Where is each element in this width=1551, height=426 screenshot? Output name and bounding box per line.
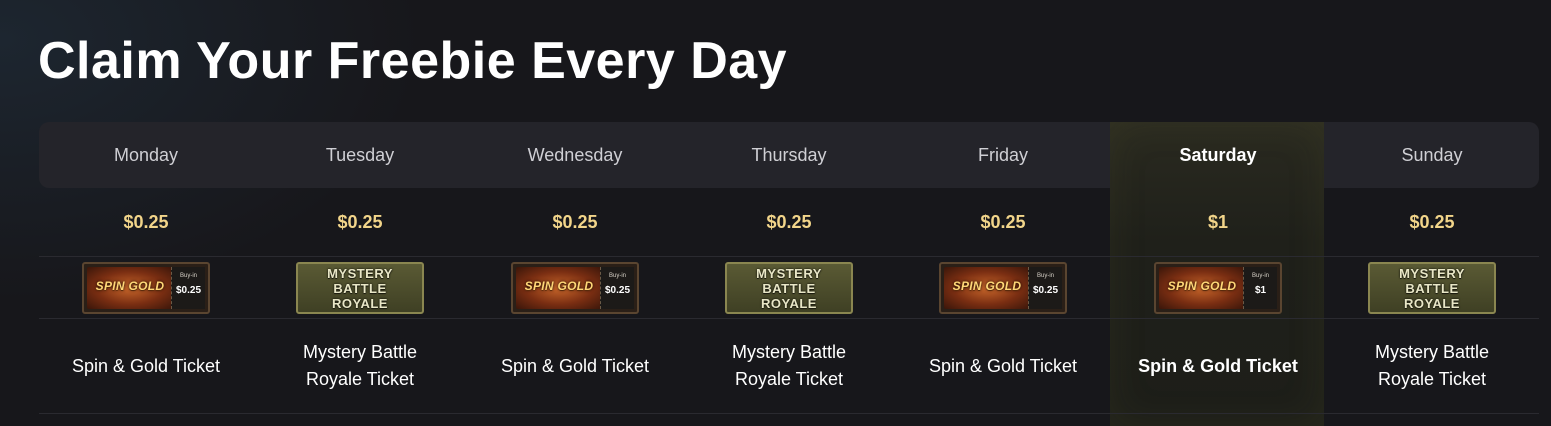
- ticket-stub: Buy-in $0.25: [171, 267, 205, 309]
- freebie-value: $0.25: [766, 212, 812, 232]
- ticket-name-text: Mystery Battle Royale Ticket: [302, 342, 418, 389]
- spin-gold-logo: SPIN GOLD: [95, 279, 165, 293]
- spin-gold-logo: SPIN GOLD: [952, 279, 1022, 293]
- ticket-image-cell: SPIN GOLD Buy-in $0.25: [468, 258, 682, 318]
- ticket-name-text: Mystery Battle Royale Ticket: [1374, 342, 1490, 389]
- buy-in-value: $0.25: [1032, 285, 1059, 296]
- freebie-value: $0.25: [123, 212, 169, 232]
- day-name: Monday: [113, 145, 179, 165]
- buy-in-value: $1: [1254, 285, 1267, 296]
- spin-and-gold-ticket-image: SPIN GOLD Buy-in $0.25: [511, 262, 639, 314]
- day-column-sunday[interactable]: Sunday $0.25 MYSTERY BATTLE ROYALE Mystery Ba…: [1325, 122, 1539, 426]
- spin-gold-artwork: SPIN GOLD: [1159, 267, 1245, 309]
- ticket-image-cell: SPIN GOLD Buy-in $1: [1111, 258, 1325, 318]
- spin-and-gold-ticket-image: SPIN GOLD Buy-in $0.25: [82, 262, 210, 314]
- ticket-name: Spin & Gold Ticket: [896, 318, 1110, 414]
- day-name: Sunday: [1401, 145, 1463, 165]
- ticket-name-text: Spin & Gold Ticket: [1138, 355, 1298, 376]
- ticket-name: Spin & Gold Ticket: [468, 318, 682, 414]
- ticket-stub: Buy-in $1: [1243, 267, 1277, 309]
- mbr-logo-line: BATTLE: [333, 281, 387, 296]
- mbr-logo-line: ROYALE: [332, 296, 388, 311]
- ticket-image-cell: MYSTERY BATTLE ROYALE: [1325, 258, 1539, 318]
- day-column-friday[interactable]: Friday $0.25 SPIN GOLD Buy-in $0.25 Spin & Go…: [896, 122, 1110, 426]
- day-column-monday[interactable]: Monday $0.25 SPIN GOLD Buy-in $0.25 Spin & Go…: [39, 122, 253, 426]
- ticket-name-text: Spin & Gold Ticket: [928, 355, 1078, 376]
- mbr-logo-line: MYSTERY: [327, 266, 393, 281]
- spin-and-gold-ticket-image: SPIN GOLD Buy-in $0.25: [939, 262, 1067, 314]
- freebie-value: $0.25: [1409, 212, 1455, 232]
- mbr-logo-line: BATTLE: [1405, 281, 1459, 296]
- day-column-tuesday[interactable]: Tuesday $0.25 MYSTERY BATTLE ROYALE Mystery B…: [253, 122, 467, 426]
- buy-in-value: $0.25: [175, 285, 202, 296]
- ticket-name-text: Spin & Gold Ticket: [500, 355, 650, 376]
- buy-in-value: $0.25: [604, 285, 631, 296]
- spin-gold-logo: SPIN GOLD: [1167, 279, 1237, 293]
- mbr-logo-line: MYSTERY: [1399, 266, 1465, 281]
- ticket-image-cell: MYSTERY BATTLE ROYALE: [253, 258, 467, 318]
- mystery-battle-royale-ticket-image: MYSTERY BATTLE ROYALE: [725, 262, 853, 314]
- spin-gold-artwork: SPIN GOLD: [944, 267, 1030, 309]
- buy-in-label: Buy-in: [1036, 273, 1054, 279]
- day-column-saturday[interactable]: Saturday $1 SPIN GOLD Buy-in $1 Spin & Gold T…: [1111, 122, 1325, 426]
- mbr-logo-line: ROYALE: [1404, 296, 1460, 311]
- spin-gold-artwork: SPIN GOLD: [516, 267, 602, 309]
- day-column-wednesday[interactable]: Wednesday $0.25 SPIN GOLD Buy-in $0.25 Spin &…: [468, 122, 682, 426]
- ticket-name-text: Spin & Gold Ticket: [71, 355, 221, 376]
- freebie-value: $0.25: [980, 212, 1026, 232]
- mbr-logo-line: ROYALE: [761, 296, 817, 311]
- freebie-value: $0.25: [552, 212, 598, 232]
- mbr-logo-line: BATTLE: [762, 281, 816, 296]
- ticket-stub: Buy-in $0.25: [1028, 267, 1062, 309]
- ticket-image-cell: MYSTERY BATTLE ROYALE: [682, 258, 896, 318]
- day-name: Tuesday: [325, 145, 395, 165]
- freebie-value: $1: [1207, 212, 1229, 232]
- weekly-freebie-schedule: Monday $0.25 SPIN GOLD Buy-in $0.25 Spin & Go…: [39, 122, 1539, 426]
- ticket-name: Mystery Battle Royale Ticket: [1325, 318, 1539, 414]
- spin-gold-logo: SPIN GOLD: [524, 279, 594, 293]
- ticket-image-cell: SPIN GOLD Buy-in $0.25: [896, 258, 1110, 318]
- day-name: Friday: [977, 145, 1028, 165]
- ticket-name: Spin & Gold Ticket: [39, 318, 253, 414]
- ticket-name-text: Mystery Battle Royale Ticket: [731, 342, 847, 389]
- spin-gold-artwork: SPIN GOLD: [87, 267, 173, 309]
- ticket-name: Spin & Gold Ticket: [1111, 318, 1325, 414]
- mystery-battle-royale-ticket-image: MYSTERY BATTLE ROYALE: [296, 262, 424, 314]
- buy-in-label: Buy-in: [179, 273, 197, 279]
- freebie-value: $0.25: [337, 212, 383, 232]
- day-name: Wednesday: [527, 145, 623, 165]
- buy-in-label: Buy-in: [1251, 273, 1269, 279]
- ticket-stub: Buy-in $0.25: [600, 267, 634, 309]
- mbr-logo-line: MYSTERY: [756, 266, 822, 281]
- day-name: Thursday: [751, 145, 827, 165]
- day-name: Saturday: [1179, 145, 1257, 165]
- page-title: Claim Your Freebie Every Day: [38, 32, 788, 90]
- ticket-name: Mystery Battle Royale Ticket: [682, 318, 896, 414]
- page: Claim Your Freebie Every Day Monday $0.25…: [0, 0, 1551, 426]
- ticket-image-cell: SPIN GOLD Buy-in $0.25: [39, 258, 253, 318]
- spin-and-gold-ticket-image: SPIN GOLD Buy-in $1: [1154, 262, 1282, 314]
- ticket-name: Mystery Battle Royale Ticket: [253, 318, 467, 414]
- buy-in-label: Buy-in: [608, 273, 626, 279]
- day-column-thursday[interactable]: Thursday $0.25 MYSTERY BATTLE ROYALE Mystery …: [682, 122, 896, 426]
- mystery-battle-royale-ticket-image: MYSTERY BATTLE ROYALE: [1368, 262, 1496, 314]
